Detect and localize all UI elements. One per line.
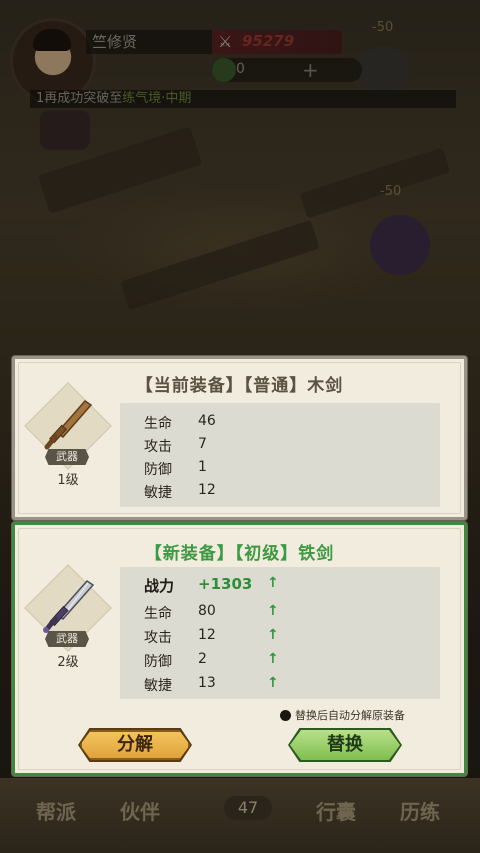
item-type-tag: 武器 — [45, 631, 89, 647]
new-equipment-panel: 【新装备】【初级】铁剑 武器 2级 战力 +1303 ↑ 生命 80 ↑ 攻击 … — [12, 522, 467, 776]
nav-center-badge[interactable]: 47 — [224, 796, 272, 820]
item-type-tag: 武器 — [45, 449, 89, 465]
stat-label: 敏捷 — [144, 485, 172, 501]
stat-label: 战力 — [144, 577, 175, 595]
up-arrow-icon: ↑ — [267, 675, 279, 691]
stat-value: 12 — [198, 482, 216, 498]
new-equipment-title: 【新装备】【初级】铁剑 — [144, 544, 335, 564]
nav-item-partner[interactable]: 伙伴 — [120, 796, 160, 825]
stat-value: 7 — [198, 436, 207, 452]
item-level: 1级 — [57, 473, 79, 488]
up-arrow-icon: ↑ — [267, 627, 279, 643]
stat-label: 防御 — [144, 654, 172, 670]
current-item-slot[interactable]: 武器 1级 — [24, 382, 112, 488]
new-item-slot[interactable]: 武器 2级 — [24, 564, 112, 670]
decompose-button[interactable]: 分解 — [80, 730, 190, 760]
nav-item-gang[interactable]: 帮派 — [36, 796, 76, 825]
replace-button[interactable]: 替换 — [290, 730, 400, 760]
stat-label: 生命 — [144, 416, 172, 432]
auto-decompose-toggle[interactable]: 替换后自动分解原装备 — [280, 707, 405, 723]
up-arrow-icon: ↑ — [267, 575, 279, 591]
stat-label: 生命 — [144, 606, 172, 622]
current-equipment-panel: 【当前装备】【普通】木剑 武器 1级 生命 46 攻击 7 防御 1 敏捷 12 — [12, 356, 467, 520]
stat-label: 防御 — [144, 462, 172, 478]
combat-power-gain: +1303 — [198, 575, 253, 593]
up-arrow-icon: ↑ — [267, 603, 279, 619]
stat-value: 1 — [198, 459, 207, 475]
stat-value: 46 — [198, 413, 216, 429]
stat-label: 敏捷 — [144, 678, 172, 694]
new-stats-box: 战力 +1303 ↑ 生命 80 ↑ 攻击 12 ↑ 防御 2 ↑ 敏捷 13 … — [120, 567, 440, 699]
nav-item-training[interactable]: 历练 — [400, 796, 440, 825]
stat-label: 攻击 — [144, 439, 172, 455]
bottom-nav: 帮派 伙伴 47 行囊 历练 — [0, 778, 480, 853]
stat-value: 2 — [198, 651, 207, 667]
stat-value: 12 — [198, 627, 216, 643]
stat-label: 攻击 — [144, 630, 172, 646]
up-arrow-icon: ↑ — [267, 651, 279, 667]
current-stats-box: 生命 46 攻击 7 防御 1 敏捷 12 — [120, 403, 440, 507]
checkbox-dot-icon[interactable] — [280, 710, 291, 721]
item-level: 2级 — [57, 655, 79, 670]
stat-value: 13 — [198, 675, 216, 691]
auto-decompose-label: 替换后自动分解原装备 — [295, 709, 405, 722]
nav-item-bag[interactable]: 行囊 — [316, 796, 356, 825]
stat-value: 80 — [198, 603, 216, 619]
